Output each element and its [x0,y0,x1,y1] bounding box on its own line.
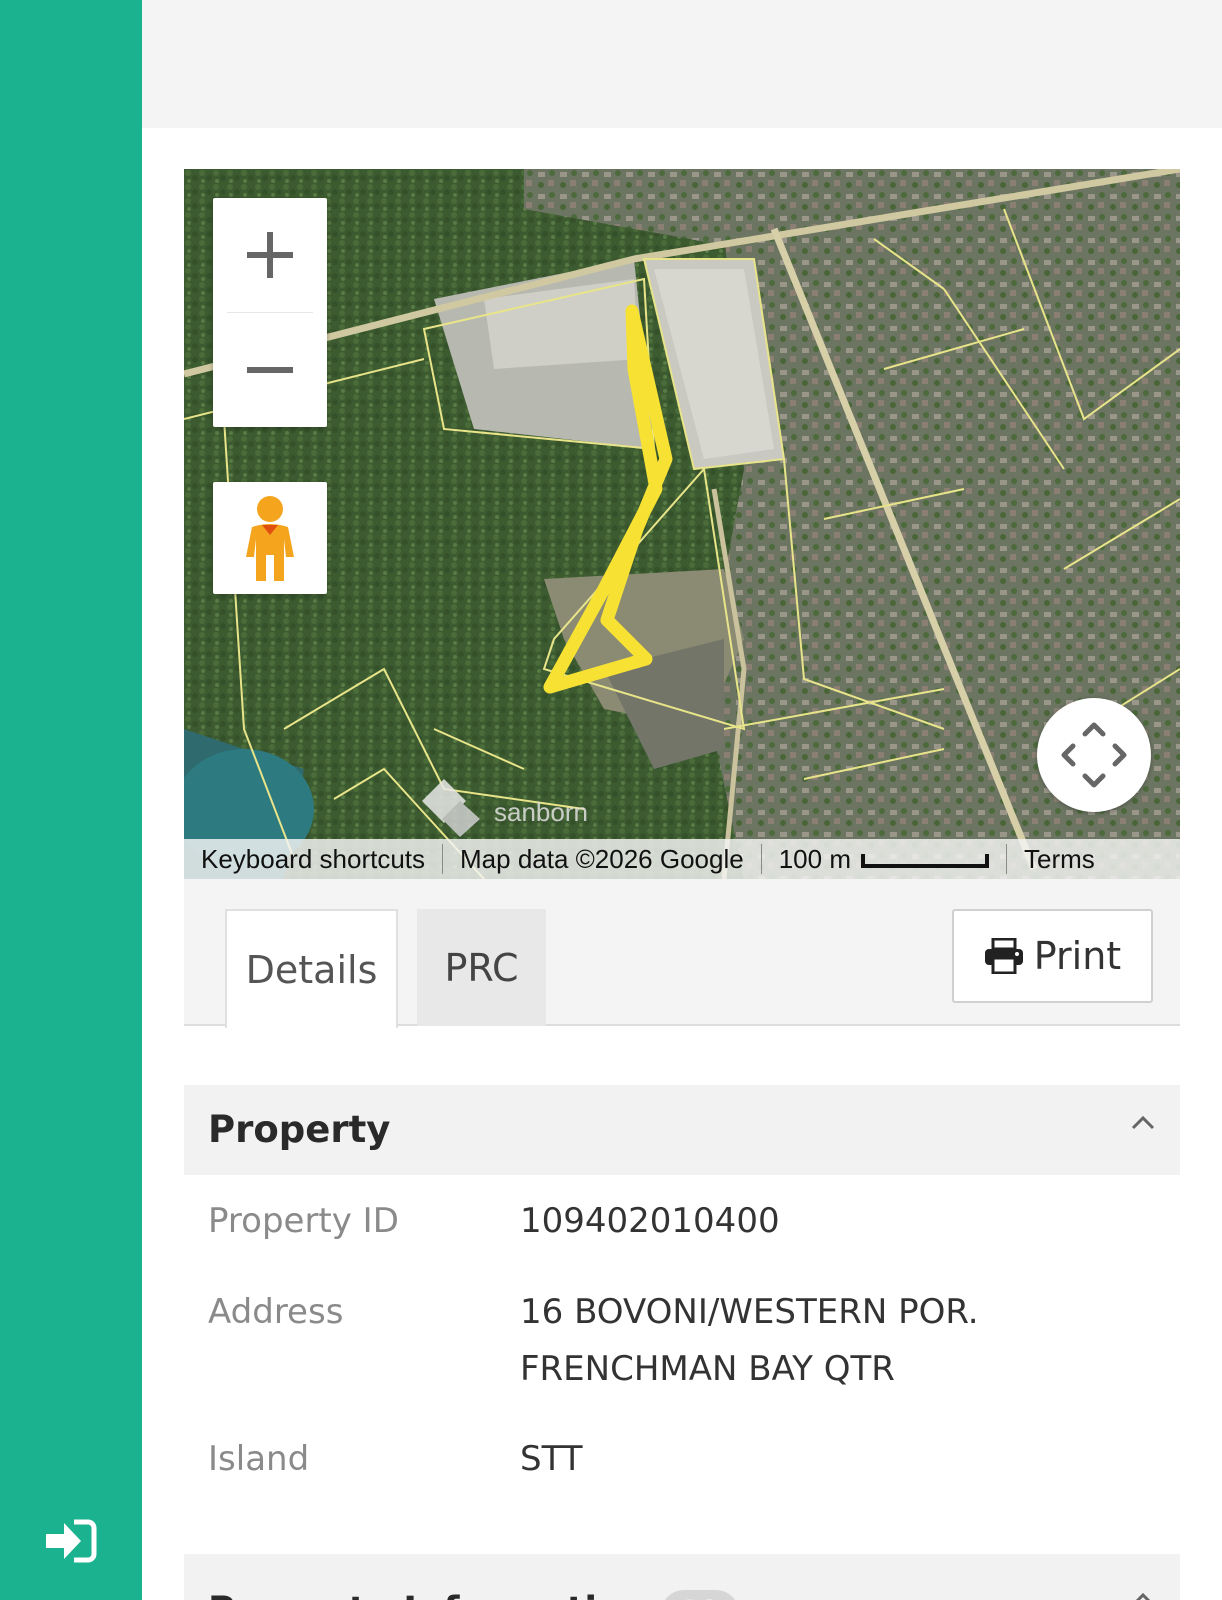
keyboard-shortcuts-link[interactable]: Keyboard shortcuts [184,844,442,874]
scale-indicator[interactable]: 100 m [762,844,1006,874]
scale-bar [860,854,989,869]
print-button[interactable]: Print [952,909,1153,1003]
property-id-row: Property ID 109402010400 [184,1193,1180,1250]
field-value: 16 BOVONI/WESTERN POR. [520,1292,979,1332]
section-title: Property Information 12 [208,1566,739,1600]
top-bar [142,0,1222,128]
map-attribution-bar: Keyboard shortcuts Map data ©2026 Google… [184,839,1180,879]
count-badge: 12 [660,1589,739,1600]
tab-bar: Details PRC Print [184,879,1180,1028]
address-row: Address 16 BOVONI/WESTERN POR. FRENCHMAN… [184,1284,1180,1398]
field-value-line-2: FRENCHMAN BAY QTR [520,1349,895,1389]
map-view[interactable]: sanborn Keyboard shortcuts Map data ©202… [184,169,1180,879]
property-section-header[interactable]: Property [184,1085,1180,1175]
tab-prc[interactable]: PRC [417,909,546,1026]
field-label: Island [208,1439,310,1479]
zoom-out-button[interactable] [213,313,327,427]
map-data-credit: Map data ©2026 Google [460,844,744,874]
sanborn-watermark: sanborn [494,797,588,827]
zoom-in-button[interactable] [213,198,327,312]
section-title: Property [208,1108,391,1151]
move-arrows-icon [1061,722,1127,788]
pegman-icon [246,496,294,581]
plus-icon [247,232,293,278]
tab-details[interactable]: Details [225,909,398,1028]
sign-in-icon[interactable] [44,1518,98,1564]
field-label: Address [208,1292,344,1332]
print-label: Print [1033,934,1122,978]
chevron-up-icon[interactable] [1130,1113,1156,1131]
printer-icon [984,938,1023,974]
field-value: STT [520,1439,583,1479]
minus-icon [247,367,293,373]
terms-link[interactable]: Terms [1007,844,1112,874]
scale-label: 100 m [778,844,851,874]
field-label: Property ID [208,1201,399,1241]
field-value: 109402010400 [520,1201,780,1241]
section-title-text: Property Information [208,1589,649,1600]
sidebar [0,0,142,1600]
pan-control[interactable] [1037,698,1151,812]
chevron-up-icon[interactable] [1130,1590,1156,1600]
zoom-control [213,198,327,427]
island-row: Island STT [184,1431,1180,1488]
property-information-section-header[interactable]: Property Information 12 [184,1554,1180,1600]
street-view-pegman[interactable] [213,482,327,594]
satellite-imagery: sanborn [184,169,1180,879]
